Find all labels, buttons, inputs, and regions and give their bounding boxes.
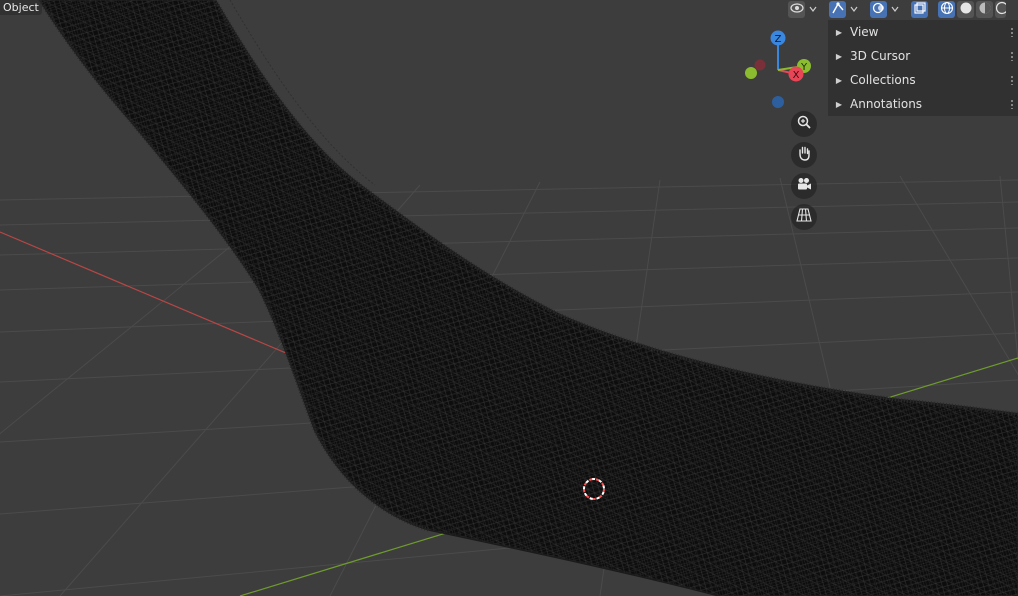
perspective-grid-icon	[796, 207, 812, 227]
panel-label: View	[850, 25, 879, 39]
collapse-arrow-icon: ▶	[835, 75, 843, 85]
gizmo-toggle-button[interactable]	[829, 0, 846, 18]
panel-view[interactable]: ▶ View	[828, 20, 1018, 44]
wireframe-shading-button[interactable]	[938, 0, 955, 18]
gizmo-z-label: Z	[775, 34, 782, 45]
visibility-dropdown-button[interactable]	[807, 1, 819, 18]
gizmo-x-label: X	[793, 70, 800, 81]
drag-grip-icon[interactable]	[1010, 27, 1014, 37]
panel-collections[interactable]: ▶ Collections	[828, 68, 1018, 92]
xray-toggle-button[interactable]	[911, 0, 928, 18]
pan-hand-icon	[796, 145, 812, 165]
drag-grip-icon[interactable]	[1010, 51, 1014, 61]
panel-label: 3D Cursor	[850, 49, 911, 63]
chevron-down-icon	[891, 4, 899, 15]
collapse-arrow-icon: ▶	[835, 51, 843, 61]
pan-button[interactable]	[791, 142, 817, 168]
perspective-toggle-button[interactable]	[791, 204, 817, 230]
visibility-toggle-button[interactable]	[788, 0, 805, 18]
drag-grip-icon[interactable]	[1010, 99, 1014, 109]
overlay-toggle-icon	[872, 1, 886, 18]
panel-label: Collections	[850, 73, 916, 87]
chevron-down-icon	[850, 4, 858, 15]
zoom-icon	[796, 114, 812, 134]
panel-3d-cursor[interactable]: ▶ 3D Cursor	[828, 44, 1018, 68]
rendered-shading-icon	[995, 1, 1009, 18]
solid-shading-icon	[959, 1, 973, 18]
gizmo-x-axis[interactable]: X	[788, 66, 804, 82]
gizmo-toggle-icon	[831, 1, 845, 18]
collapse-arrow-icon: ▶	[835, 99, 843, 109]
drag-grip-icon[interactable]	[1010, 75, 1014, 85]
rendered-shading-button[interactable]	[995, 0, 1009, 18]
gizmo-dropdown-button[interactable]	[848, 1, 860, 18]
material-shading-icon	[978, 1, 992, 18]
gizmo-z-axis[interactable]: Z	[770, 30, 786, 46]
viewport-header-tools	[788, 0, 1009, 18]
overlay-dropdown-button[interactable]	[889, 1, 901, 18]
sidebar-panel: ▶ View ▶ 3D Cursor ▶ Collections ▶ Annot…	[828, 20, 1018, 116]
wireframe-shading-icon	[940, 1, 954, 18]
collapse-arrow-icon: ▶	[835, 27, 843, 37]
camera-view-icon	[796, 176, 812, 196]
panel-annotations[interactable]: ▶ Annotations	[828, 92, 1018, 116]
panel-label: Annotations	[850, 97, 923, 111]
zoom-button[interactable]	[791, 111, 817, 137]
object-mode-label: Object	[0, 0, 42, 15]
solid-shading-button[interactable]	[957, 0, 974, 18]
xray-toggle-icon	[913, 1, 927, 18]
material-shading-button[interactable]	[976, 0, 993, 18]
navigation-gizmo[interactable]: Z Y X	[740, 28, 816, 110]
overlay-toggle-button[interactable]	[870, 0, 887, 18]
eye-visibility-icon	[789, 2, 804, 16]
chevron-down-icon	[809, 4, 817, 15]
camera-view-button[interactable]	[791, 173, 817, 199]
